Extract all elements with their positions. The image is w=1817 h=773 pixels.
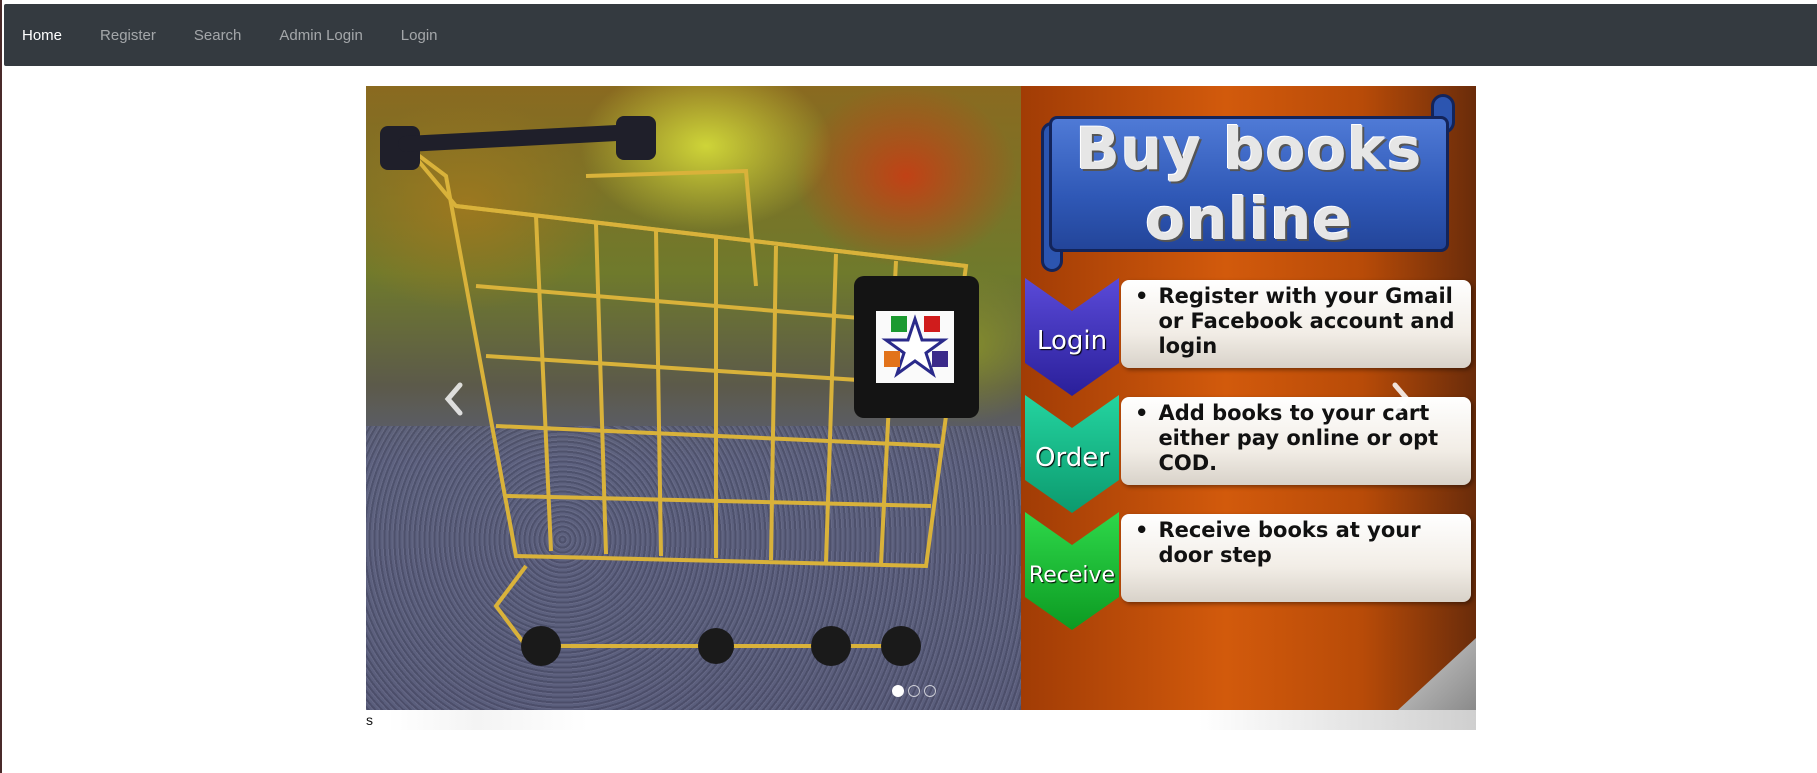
top-navbar: Home Register Search Admin Login Login: [4, 4, 1817, 66]
bullet: •: [1135, 401, 1149, 425]
carousel-caption: s: [366, 710, 1476, 730]
carousel-indicator-1[interactable]: [892, 685, 904, 697]
step-text: Register with your Gmail or Facebook acc…: [1158, 284, 1455, 358]
banner-title-line-2: online: [1145, 185, 1353, 253]
step-receive: Receive • Receive books at your door step: [1025, 512, 1471, 630]
nav-search-link[interactable]: Search: [194, 27, 242, 44]
login-chevron-badge: Login: [1025, 278, 1119, 396]
bullet: •: [1135, 518, 1149, 542]
chevron-right-icon: [1392, 382, 1411, 416]
carousel-indicators: [892, 685, 936, 697]
step-text: Receive books at your door step: [1158, 518, 1421, 567]
nav-home-link[interactable]: Home: [22, 27, 62, 44]
carousel-indicator-2[interactable]: [908, 685, 920, 697]
bullet: •: [1135, 284, 1149, 308]
carousel-next-button[interactable]: [1371, 354, 1431, 444]
promo-banner: Buy books online: [1049, 115, 1449, 253]
carousel-prev-button[interactable]: [424, 354, 484, 444]
nav-admin-login-link[interactable]: Admin Login: [279, 27, 362, 44]
receive-chevron-badge: Receive: [1025, 512, 1119, 630]
order-chevron-badge: Order: [1025, 395, 1119, 513]
step-card: • Receive books at your door step: [1121, 514, 1471, 602]
chevron-left-icon: [444, 382, 463, 416]
carousel-indicator-3[interactable]: [924, 685, 936, 697]
page-curl-decoration: [1398, 638, 1476, 710]
nav-login-link[interactable]: Login: [401, 27, 438, 44]
banner-title-line-1: Buy books: [1075, 115, 1423, 183]
image-carousel: Buy books online Login • Register with yo…: [366, 86, 1476, 710]
nav-register-link[interactable]: Register: [100, 27, 156, 44]
